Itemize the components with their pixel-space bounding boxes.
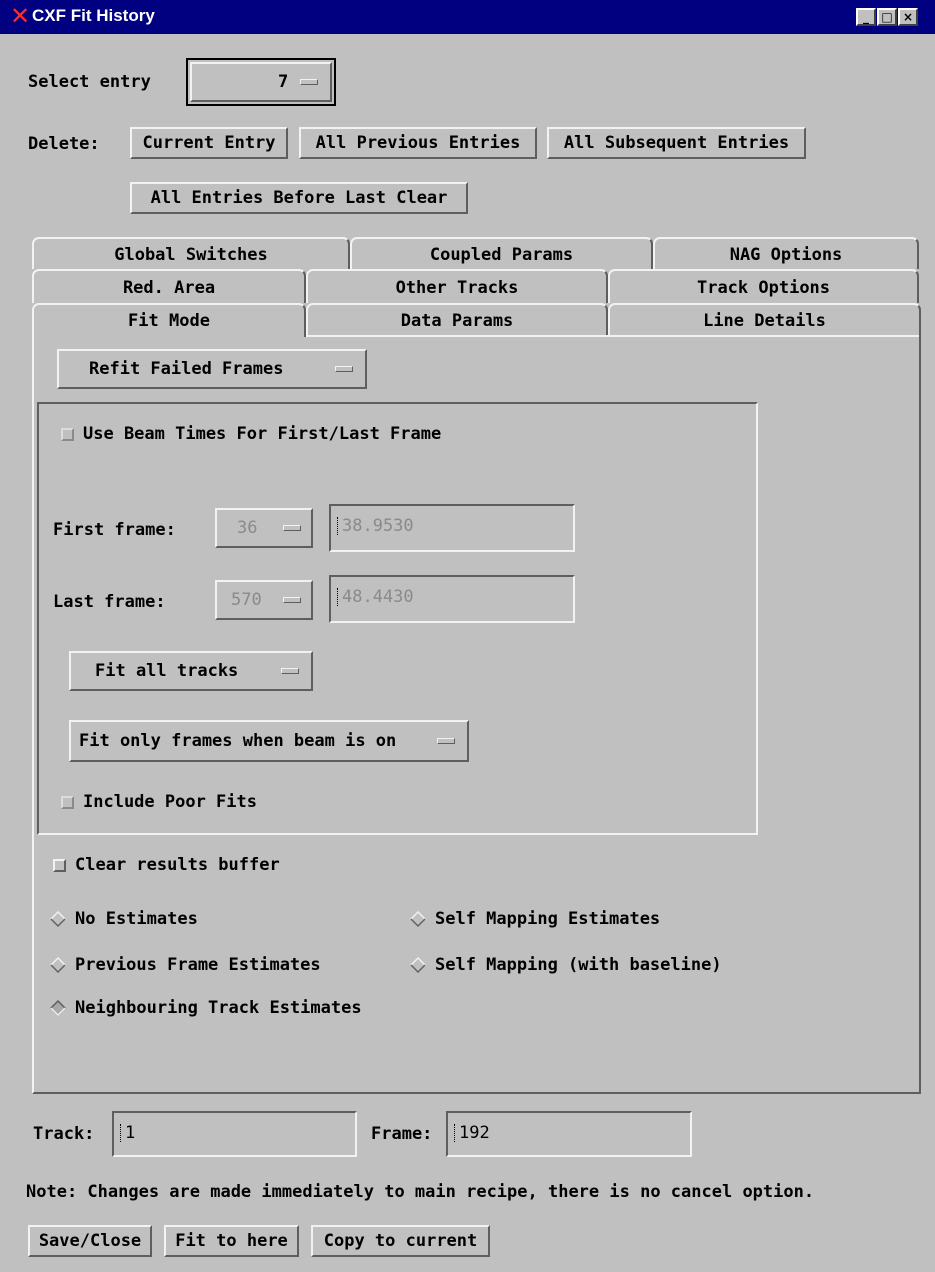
last-frame-time-value: 48.4430 [342, 587, 414, 607]
x-close-icon: ✕ [9, 2, 31, 30]
last-frame-option: 570 [231, 590, 262, 610]
dropdown-indicator-icon [300, 79, 318, 85]
delete-all-subsequent-button[interactable]: All Subsequent Entries [547, 127, 806, 159]
dropdown-indicator-icon [437, 738, 455, 744]
text-caret [120, 1124, 124, 1142]
estimate-option-label[interactable]: No Estimates [75, 909, 198, 929]
radio-diamond-icon[interactable] [50, 957, 66, 973]
radio-diamond-icon[interactable] [410, 911, 426, 927]
estimate-option-label[interactable]: Self Mapping Estimates [435, 909, 660, 929]
delete-before-last-clear-button[interactable]: All Entries Before Last Clear [130, 182, 468, 214]
track-field[interactable]: 1 [112, 1111, 357, 1157]
window-title: CXF Fit History [32, 6, 155, 25]
estimate-option-label[interactable]: Self Mapping (with baseline) [435, 955, 722, 975]
tracks-mode-value: Fit all tracks [95, 661, 239, 681]
last-frame-time-field[interactable]: 48.4430 [329, 575, 575, 623]
dropdown-indicator-icon [283, 525, 301, 531]
dropdown-indicator-icon [335, 366, 353, 372]
track-label: Track: [33, 1124, 95, 1144]
fit-to-here-button[interactable]: Fit to here [164, 1225, 299, 1257]
tab-red-area[interactable]: Red. Area [32, 269, 306, 303]
dropdown-indicator-icon [283, 597, 301, 603]
radio-diamond-icon[interactable] [50, 911, 66, 927]
save-close-button[interactable]: Save/Close [28, 1225, 152, 1257]
refit-mode-value: Refit Failed Frames [89, 359, 284, 379]
tab-track-options[interactable]: Track Options [608, 269, 919, 303]
select-entry-value: 7 [278, 72, 289, 92]
delete-current-entry-button[interactable]: Current Entry [130, 127, 288, 159]
text-caret [337, 517, 341, 535]
tab-panel-top-edge [306, 335, 919, 337]
estimate-option-label[interactable]: Previous Frame Estimates [75, 955, 321, 975]
frame-label: Frame: [371, 1124, 433, 1144]
copy-to-current-button[interactable]: Copy to current [311, 1225, 490, 1257]
text-caret [454, 1124, 458, 1142]
select-entry-menu[interactable]: 7 [190, 62, 332, 102]
first-frame-label: First frame: [53, 520, 176, 540]
estimate-option-label[interactable]: Neighbouring Track Estimates [75, 998, 362, 1018]
tab-global-switches[interactable]: Global Switches [32, 237, 350, 269]
text-caret [337, 588, 341, 606]
refit-mode-menu[interactable]: Refit Failed Frames [57, 349, 367, 389]
first-frame-menu[interactable]: 36 [215, 508, 313, 548]
delete-label: Delete: [28, 134, 100, 154]
dropdown-indicator-icon [281, 668, 299, 674]
select-entry-label: Select entry [28, 72, 151, 92]
last-frame-menu[interactable]: 570 [215, 580, 313, 620]
include-poor-fits-label: Include Poor Fits [83, 792, 257, 812]
first-frame-time-value: 38.9530 [342, 516, 414, 536]
tab-other-tracks[interactable]: Other Tracks [306, 269, 608, 303]
tab-nag-options[interactable]: NAG Options [653, 237, 919, 269]
use-beam-times-checkbox[interactable] [61, 428, 74, 441]
close-button[interactable]: × [898, 8, 918, 26]
include-poor-fits-checkbox[interactable] [61, 796, 74, 809]
last-frame-label: Last frame: [53, 592, 166, 612]
frame-value: 192 [459, 1123, 490, 1143]
tracks-mode-menu[interactable]: Fit all tracks [69, 651, 313, 691]
first-frame-time-field[interactable]: 38.9530 [329, 504, 575, 552]
beam-mode-value: Fit only frames when beam is on [79, 731, 397, 751]
clear-results-checkbox[interactable] [53, 859, 66, 872]
track-value: 1 [125, 1123, 136, 1143]
minimize-button[interactable]: _ [856, 8, 876, 26]
tab-coupled-params[interactable]: Coupled Params [350, 237, 653, 269]
tab-data-params[interactable]: Data Params [306, 303, 608, 337]
first-frame-option: 36 [237, 518, 258, 538]
maximize-button[interactable]: □ [877, 8, 897, 26]
note-text: Note: Changes are made immediately to ma… [26, 1182, 815, 1202]
tab-line-details[interactable]: Line Details [608, 303, 921, 337]
radio-diamond-icon[interactable] [410, 957, 426, 973]
radio-diamond-selected-icon[interactable] [50, 1000, 66, 1016]
beam-mode-menu[interactable]: Fit only frames when beam is on [69, 720, 469, 762]
tab-fit-mode[interactable]: Fit Mode [32, 303, 306, 337]
clear-results-label: Clear results buffer [75, 855, 280, 875]
use-beam-times-label: Use Beam Times For First/Last Frame [83, 424, 442, 444]
frame-field[interactable]: 192 [446, 1111, 692, 1157]
delete-all-previous-button[interactable]: All Previous Entries [299, 127, 537, 159]
